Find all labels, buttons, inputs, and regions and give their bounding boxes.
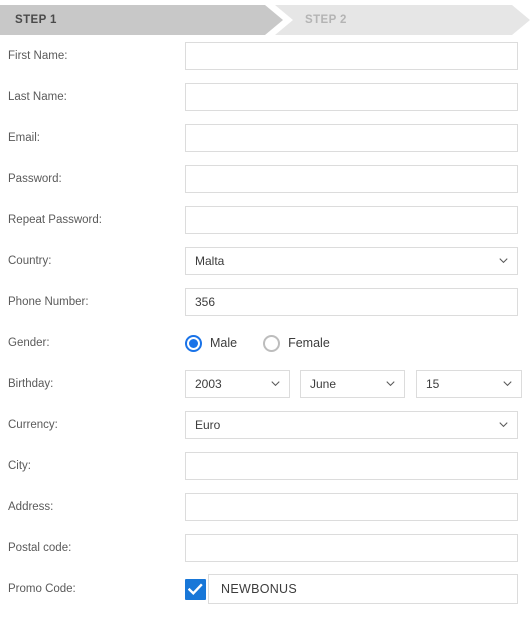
- step-1[interactable]: STEP 1: [0, 5, 283, 35]
- repeat-password-control: [185, 206, 518, 234]
- address-label: Address:: [8, 501, 54, 513]
- row-email: Email:: [0, 124, 530, 165]
- step-1-label: STEP 1: [15, 14, 57, 26]
- email-input[interactable]: [185, 124, 518, 152]
- city-label: City:: [8, 460, 31, 472]
- row-city: City:: [0, 452, 530, 493]
- gender-label: Gender:: [8, 337, 50, 349]
- row-promo-code: Promo Code:: [0, 574, 530, 616]
- birthday-year-select[interactable]: 2003: [185, 370, 290, 398]
- birthday-month-value: June: [310, 377, 337, 391]
- currency-select[interactable]: Euro: [185, 411, 518, 439]
- row-postal-code: Postal code:: [0, 534, 530, 575]
- chevron-down-icon: [386, 379, 395, 388]
- email-control: [185, 124, 518, 152]
- phone-number-control: [185, 288, 518, 316]
- postal-code-control: [185, 534, 518, 562]
- phone-number-input[interactable]: [185, 288, 518, 316]
- step-2[interactable]: STEP 2: [275, 5, 530, 35]
- chevron-down-icon: [499, 256, 508, 265]
- password-input[interactable]: [185, 165, 518, 193]
- radio-female-icon[interactable]: [263, 334, 281, 352]
- row-first-name: First Name:: [0, 42, 530, 83]
- address-input[interactable]: [185, 493, 518, 521]
- row-birthday: Birthday: 2003 June 15: [0, 370, 530, 411]
- birthday-control: 2003 June 15: [185, 370, 522, 398]
- promo-code-input[interactable]: [208, 574, 518, 604]
- birthday-month-select[interactable]: June: [300, 370, 405, 398]
- birthday-day-select[interactable]: 15: [416, 370, 522, 398]
- password-control: [185, 165, 518, 193]
- birthday-day-value: 15: [426, 377, 440, 391]
- password-label: Password:: [8, 173, 62, 185]
- gender-male-label: Male: [210, 336, 238, 350]
- gender-option-female[interactable]: Female: [263, 332, 330, 354]
- city-control: [185, 452, 518, 480]
- row-currency: Currency: Euro: [0, 411, 530, 452]
- last-name-input[interactable]: [185, 83, 518, 111]
- promo-code-checkbox[interactable]: [185, 578, 206, 600]
- row-address: Address:: [0, 493, 530, 534]
- first-name-control: [185, 42, 518, 70]
- birthday-selectors: 2003 June 15: [185, 370, 522, 398]
- row-country: Country: Malta: [0, 247, 530, 288]
- step-progress-bar: STEP 1 STEP 2: [0, 5, 530, 35]
- promo-code-control: [185, 574, 518, 604]
- birthday-year-value: 2003: [195, 377, 222, 391]
- first-name-label: First Name:: [8, 50, 68, 62]
- row-repeat-password: Repeat Password:: [0, 206, 530, 247]
- currency-selected-value: Euro: [195, 418, 221, 432]
- gender-radio-group: Male Female: [185, 329, 518, 357]
- row-gender: Gender: Male Female: [0, 329, 530, 370]
- first-name-input[interactable]: [185, 42, 518, 70]
- check-icon: [188, 583, 203, 595]
- registration-form: First Name: Last Name: Email: Password: …: [0, 42, 530, 616]
- radio-male-icon[interactable]: [185, 334, 202, 352]
- currency-label: Currency:: [8, 419, 58, 431]
- gender-female-label: Female: [288, 336, 330, 350]
- chevron-down-icon: [499, 420, 508, 429]
- row-phone-number: Phone Number:: [0, 288, 530, 329]
- repeat-password-label: Repeat Password:: [8, 214, 102, 226]
- gender-option-male[interactable]: Male: [185, 332, 237, 354]
- city-input[interactable]: [185, 452, 518, 480]
- country-control: Malta: [185, 247, 518, 275]
- step-2-label: STEP 2: [305, 14, 347, 26]
- promo-code-label: Promo Code:: [8, 583, 76, 595]
- birthday-label: Birthday:: [8, 378, 54, 390]
- country-selected-value: Malta: [195, 254, 225, 268]
- currency-control: Euro: [185, 411, 518, 439]
- email-label: Email:: [8, 132, 40, 144]
- country-label: Country:: [8, 255, 52, 267]
- last-name-label: Last Name:: [8, 91, 67, 103]
- country-select[interactable]: Malta: [185, 247, 518, 275]
- gender-control: Male Female: [185, 329, 518, 357]
- promo-code-group: [185, 574, 518, 604]
- row-password: Password:: [0, 165, 530, 206]
- last-name-control: [185, 83, 518, 111]
- phone-number-label: Phone Number:: [8, 296, 89, 308]
- repeat-password-input[interactable]: [185, 206, 518, 234]
- postal-code-label: Postal code:: [8, 542, 72, 554]
- address-control: [185, 493, 518, 521]
- postal-code-input[interactable]: [185, 534, 518, 562]
- row-last-name: Last Name:: [0, 83, 530, 124]
- chevron-down-icon: [503, 379, 512, 388]
- chevron-down-icon: [271, 379, 280, 388]
